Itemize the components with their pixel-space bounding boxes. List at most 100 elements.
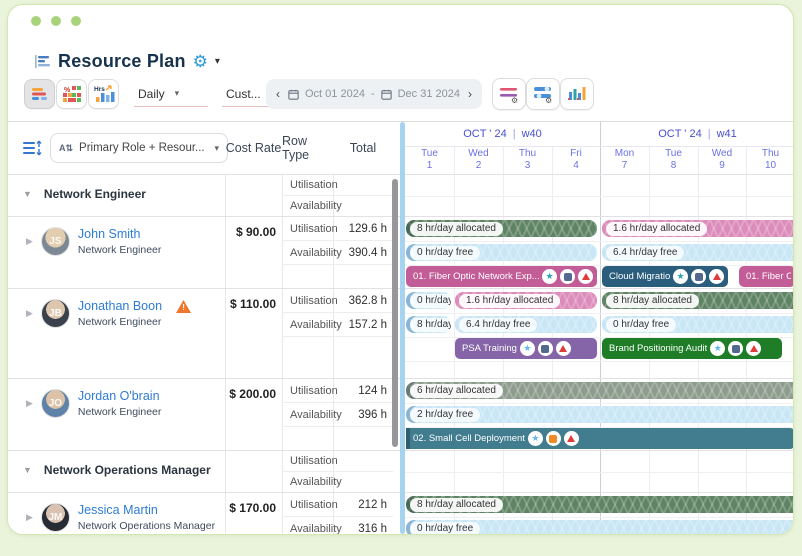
next-period-button[interactable]: › [466,87,474,101]
window-dot-icon[interactable] [51,16,61,26]
toolbar: % Hrs Daily ▾ Cust... ▾ [8,77,794,113]
prev-period-button[interactable]: ‹ [274,87,282,101]
allocation-bar[interactable]: 8 hr/day allocated [406,220,597,237]
availability-bar[interactable]: 2 hr/day free [406,406,794,423]
kpi-chart-icon [566,84,588,104]
booking-settings-button[interactable]: ⚙ [526,78,560,110]
timeline-week-header: OCT ' 24 | w40 [405,122,600,146]
gantt-chart-icon [34,54,51,69]
avatar: JM [41,503,70,532]
row-type-label: Availability [282,472,333,493]
cost-rate-value: $ 90.00 [225,217,282,288]
row-type-label: Utilisation [282,175,333,196]
chevron-down-icon[interactable]: ▾ [215,56,220,67]
heatmap-percent-view-button[interactable]: % [56,79,87,109]
triangle-status-icon [556,341,571,356]
expand-caret-icon[interactable]: ▶ [26,236,33,247]
star-status-icon: ★ [710,341,725,356]
row-type-label: Availability [282,313,333,337]
app-window: Resource Plan ⚙ ▾ % Hrs [7,4,794,535]
expand-caret-icon[interactable]: ▶ [26,398,33,409]
booking-bar-fiber-optic-2[interactable]: 01. Fiber Opt [739,266,794,287]
availability-bar[interactable]: 0 hr/day free [406,520,794,535]
group-name: Network Operations Manager [44,463,211,477]
utilization-settings-button[interactable]: ⚙ [492,78,526,110]
booking-bar-small-cell-deployment[interactable]: 02. Small Cell Deployment ★ [406,428,794,449]
timeline-splitter[interactable] [400,122,405,534]
window-dot-icon[interactable] [31,16,41,26]
chevron-down-icon: ▾ [175,88,180,99]
square-status-icon [546,431,561,446]
timeline-day-header: Fri4 [552,146,600,174]
booking-bar-cloud-migration[interactable]: Cloud Migration ★ [602,266,728,287]
triangle-status-icon [746,341,761,356]
availability-total: 316 h [333,517,393,535]
gantt-view-button[interactable] [24,79,55,109]
resource-role: Network Engineer [78,406,161,418]
utilisation-total: 124 h [333,379,393,403]
row-type-label: Utilisation [282,217,333,241]
allocation-bar[interactable]: 6 hr/day allocated [406,382,794,399]
timeline-day-header: Thu10 [746,146,794,174]
svg-text:Hrs: Hrs [94,86,105,93]
svg-text:⚙: ⚙ [511,96,518,104]
end-date-field[interactable]: Dec 31 2024 [398,88,460,100]
kpi-chart-button[interactable] [560,78,594,110]
gantt-view-icon [30,85,50,103]
availability-bar[interactable]: 6.4 hr/day free [455,316,597,333]
week-label: w41 [717,128,737,140]
expand-caret-icon[interactable]: ▶ [26,308,33,319]
granularity-select[interactable]: Daily ▾ [134,81,208,107]
triangle-status-icon [564,431,579,446]
avatar: JB [41,299,70,328]
row-type-label: Availability [282,403,333,427]
month-label: OCT ' 24 [463,128,506,140]
row-type-label: Utilisation [282,289,333,313]
week-label: w40 [522,128,542,140]
resource-name-link[interactable]: Jessica Martin [78,503,215,517]
timeline-day-header: Wed9 [698,146,746,174]
resource-name-link[interactable]: John Smith [78,227,161,241]
availability-bar[interactable]: 8 hr/day [406,316,451,333]
booking-bar-psa-training[interactable]: PSA Training ★ [455,338,597,359]
resource-role: Network Engineer [78,244,161,256]
row-type-label: Utilisation [282,451,333,472]
hours-chart-view-button[interactable]: Hrs [88,79,119,109]
allocation-bar[interactable]: 1.6 hr/day allocated [602,220,794,237]
utilization-settings-icon: ⚙ [498,84,520,104]
collapse-caret-icon[interactable]: ▼ [23,189,32,199]
group-name: Network Engineer [44,187,146,201]
column-header-total: Total [333,122,393,174]
booking-settings-icon: ⚙ [532,84,554,104]
utilisation-total: 362.8 h [333,289,393,313]
timeline-day-header: Tue8 [649,146,698,174]
allocation-bar[interactable]: 8 hr/day allocated [406,496,794,513]
vertical-scrollbar[interactable] [392,179,398,447]
preset-value: Cust... [226,87,261,101]
resource-name-link[interactable]: Jonathan Boon [78,299,162,313]
allocation-bar[interactable]: 0 hr/day [406,292,451,309]
start-date-field[interactable]: Oct 01 2024 [305,88,365,100]
star-status-icon: ★ [528,431,543,446]
availability-bar[interactable]: 0 hr/day free [602,316,794,333]
availability-bar[interactable]: 6.4 hr/day free [602,244,794,261]
booking-bar-brand-positioning-audit[interactable]: Brand Positioning Audit ★ [602,338,782,359]
cost-rate-value: $ 200.00 [225,379,282,450]
window-dot-icon[interactable] [71,16,81,26]
resource-name-link[interactable]: Jordan O'brain [78,389,161,403]
allocation-bar[interactable]: 1.6 hr/day allocated [455,292,597,309]
availability-bar[interactable]: 0 hr/day free [406,244,597,261]
square-status-icon [560,269,575,284]
booking-bar-fiber-optic[interactable]: 01. Fiber Optic Network Exp... ★ [406,266,597,287]
calendar-icon [381,88,392,101]
collapse-caret-icon[interactable]: ▼ [23,465,32,475]
allocation-bar[interactable]: 8 hr/day allocated [602,292,794,309]
warning-triangle-icon[interactable] [176,300,191,313]
timeline-day-header: Wed2 [454,146,503,174]
gear-icon[interactable]: ⚙ [193,53,208,70]
grouping-select[interactable]: A⇅ Primary Role + Resour... ▾ [50,133,228,163]
row-expand-all-icon[interactable] [22,139,44,162]
month-label: OCT ' 24 [658,128,701,140]
expand-caret-icon[interactable]: ▶ [26,512,33,523]
resource-role: Network Engineer [78,316,191,328]
